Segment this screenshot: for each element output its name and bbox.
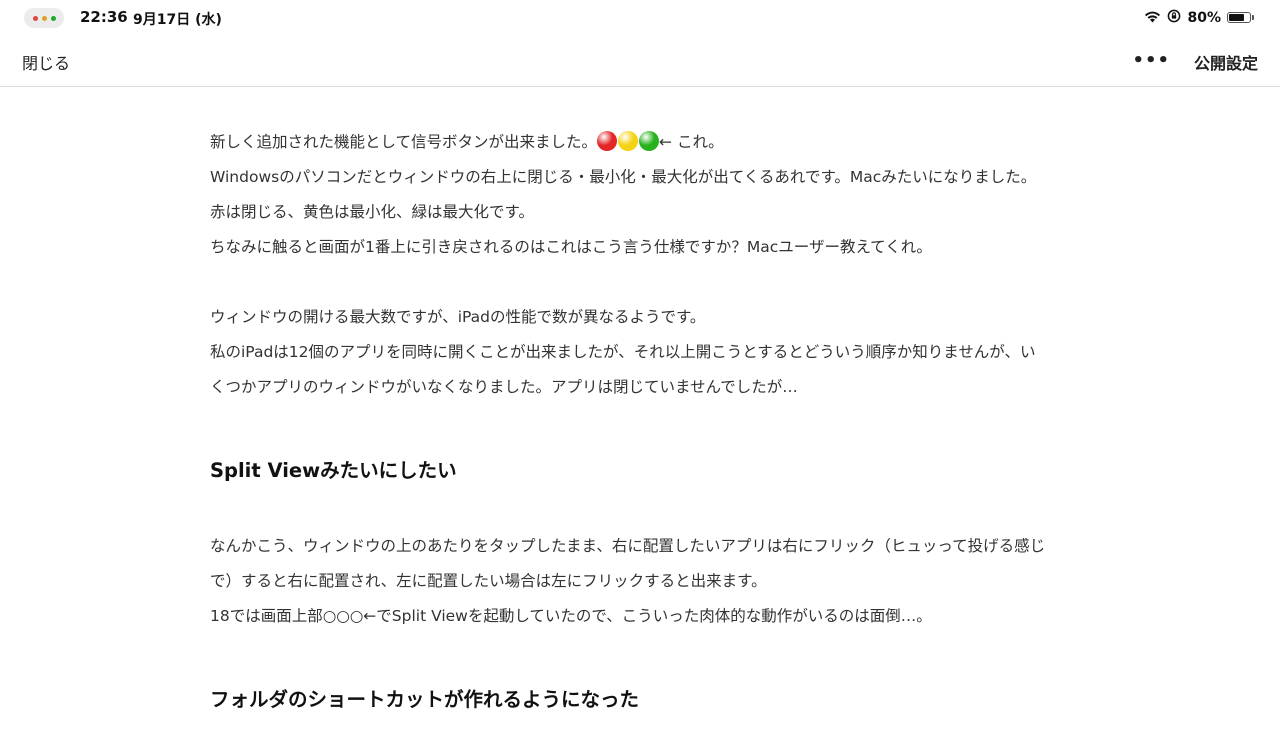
red-circle-icon bbox=[597, 131, 618, 151]
paragraph-line: ちなみに触ると画面が1番上に引き戻されるのはこれはこう言う仕様ですか？Macユー… bbox=[210, 238, 932, 256]
traffic-light-emoji bbox=[597, 131, 660, 151]
green-circle-icon bbox=[639, 131, 660, 151]
wifi-icon bbox=[1144, 8, 1161, 27]
paragraph-line: ウィンドウの開ける最大数ですが、iPadの性能で数が異なるようです。 bbox=[210, 308, 706, 326]
paragraph-line: 新しく追加された機能として信号ボタンが出来ました。 ← これ。 bbox=[210, 125, 1070, 160]
line-text: 新しく追加された機能として信号ボタンが出来ました。 bbox=[210, 133, 598, 151]
status-date: 9月17日 (水) bbox=[133, 12, 222, 28]
paragraph-line: なんかこう、ウィンドウの上のあたりをタップしたまま、右に配置したいアプリは右にフ… bbox=[210, 537, 1046, 555]
paragraph-line: 赤は閉じる、黄色は最小化、緑は最大化です。 bbox=[210, 203, 534, 221]
paragraph: 新しく追加された機能として信号ボタンが出来ました。 ← これ。 Windowsのパ… bbox=[210, 125, 1070, 265]
section-heading: Split Viewみたいにしたい bbox=[210, 459, 457, 482]
paragraph-line: Windowsのパソコンだとウィンドウの右上に閉じる・最小化・最大化が出てくるあ… bbox=[210, 168, 1037, 186]
battery-icon bbox=[1227, 12, 1251, 23]
paragraph: なんかこう、ウィンドウの上のあたりをタップしたまま、右に配置したいアプリは右にフ… bbox=[210, 529, 1070, 634]
close-button[interactable]: 閉じる bbox=[22, 50, 70, 74]
window-close-dot[interactable] bbox=[32, 15, 38, 21]
paragraph-line: くつかアプリのウィンドウがいなくなりました。アプリは閉じていませんでしたが… bbox=[210, 378, 798, 396]
battery-tip bbox=[1252, 15, 1254, 20]
paragraph: ウィンドウの開ける最大数ですが、iPadの性能で数が異なるようです。 私のiPa… bbox=[210, 300, 1070, 405]
orientation-lock-icon bbox=[1167, 8, 1181, 27]
publish-settings-button[interactable]: 公開設定 bbox=[1194, 50, 1258, 74]
paragraph-line: で）すると右に配置され、左に配置したい場合は左にフリックすると出来ます。 bbox=[210, 572, 767, 590]
status-bar: 22:36 9月17日 (水) 80% bbox=[0, 0, 1280, 36]
yellow-circle-icon bbox=[618, 131, 639, 151]
window-maximize-dot[interactable] bbox=[50, 15, 56, 21]
section-heading: フォルダのショートカットが作れるようになった bbox=[210, 688, 640, 711]
status-time: 22:36 bbox=[80, 8, 128, 26]
article-body[interactable]: 新しく追加された機能として信号ボタンが出来ました。 ← これ。 Windowsのパ… bbox=[210, 88, 1070, 731]
battery-percentage: 80% bbox=[1187, 9, 1221, 26]
paragraph-line: 18では画面上部○○○←でSplit Viewを起動していたので、こういった肉体… bbox=[210, 607, 932, 625]
line-text: ← これ。 bbox=[659, 133, 724, 151]
battery-fill bbox=[1229, 14, 1245, 21]
paragraph-line: 私のiPadは12個のアプリを同時に開くことが出来ましたが、それ以上開こうとする… bbox=[210, 343, 1036, 361]
window-controls[interactable] bbox=[24, 8, 64, 28]
status-indicators: 80% bbox=[1144, 8, 1254, 27]
more-options-button[interactable]: ••• bbox=[1132, 50, 1170, 71]
window-minimize-dot[interactable] bbox=[41, 15, 47, 21]
editor-toolbar: 閉じる ••• 公開設定 bbox=[0, 36, 1280, 87]
